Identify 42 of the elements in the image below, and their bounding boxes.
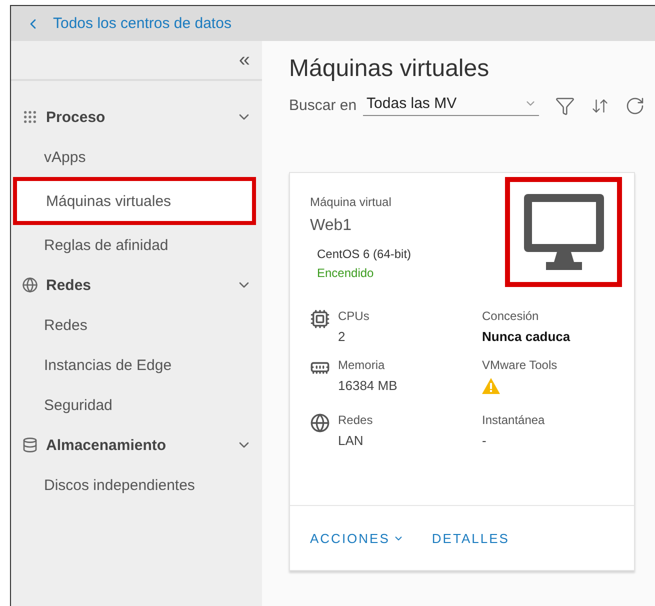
spec-label: Redes: [338, 413, 373, 427]
nav-group[interactable]: Almacenamiento: [11, 425, 262, 465]
warning-icon: [482, 378, 500, 394]
property-value: -: [482, 433, 488, 448]
property-value: Nunca caduca: [482, 329, 572, 344]
os-label: CentOS 6 (64-bit): [317, 247, 412, 261]
globe-icon: [22, 277, 38, 293]
search-label: Buscar en: [289, 97, 357, 114]
property-label: VMware Tools: [482, 358, 558, 372]
collapse-button[interactable]: «: [238, 48, 250, 72]
spec-label: Memoria: [338, 358, 386, 372]
spec-value: 16384 MB: [338, 378, 398, 393]
property-label: Concesión: [482, 309, 540, 323]
search-scope-dropdown[interactable]: Todas las MV: [362, 95, 539, 116]
card-action-link[interactable]: DETALLES: [432, 530, 510, 546]
filter-button[interactable]: [554, 96, 575, 116]
card-type-label: Máquina virtual: [310, 195, 392, 209]
nav-group[interactable]: Proceso: [11, 97, 262, 137]
breadcrumb-link[interactable]: Todos los centros de datos: [25, 15, 232, 32]
spec-value: LAN: [338, 433, 364, 448]
card-action-link[interactable]: ACCIONES: [310, 530, 404, 546]
power-status: Encendido: [317, 266, 375, 280]
spec-value: 2: [338, 329, 346, 344]
network-icon: [310, 413, 330, 433]
database-icon: [22, 437, 38, 453]
page-title: Máquinas virtuales: [289, 55, 490, 83]
cpu-icon: [310, 309, 330, 329]
vm-name: Web1: [310, 217, 353, 235]
nav-group[interactable]: Redes: [11, 265, 262, 305]
monitor-icon: [524, 194, 604, 270]
nav-item[interactable]: Seguridad: [11, 385, 262, 425]
nav-item[interactable]: Instancias de Edge: [11, 345, 262, 385]
nav-item[interactable]: Discos independientes: [11, 465, 262, 505]
nav-item[interactable]: Reglas de afinidad: [11, 225, 262, 265]
grid-icon: [22, 109, 38, 125]
sort-button[interactable]: [590, 96, 609, 114]
nav-item[interactable]: Máquinas virtuales: [13, 177, 256, 225]
property-label: Instantánea: [482, 413, 546, 427]
nav-item[interactable]: Redes: [11, 305, 262, 345]
spec-label: CPUs: [338, 309, 370, 323]
nav-item[interactable]: vApps: [11, 137, 262, 177]
refresh-button[interactable]: [624, 96, 645, 116]
